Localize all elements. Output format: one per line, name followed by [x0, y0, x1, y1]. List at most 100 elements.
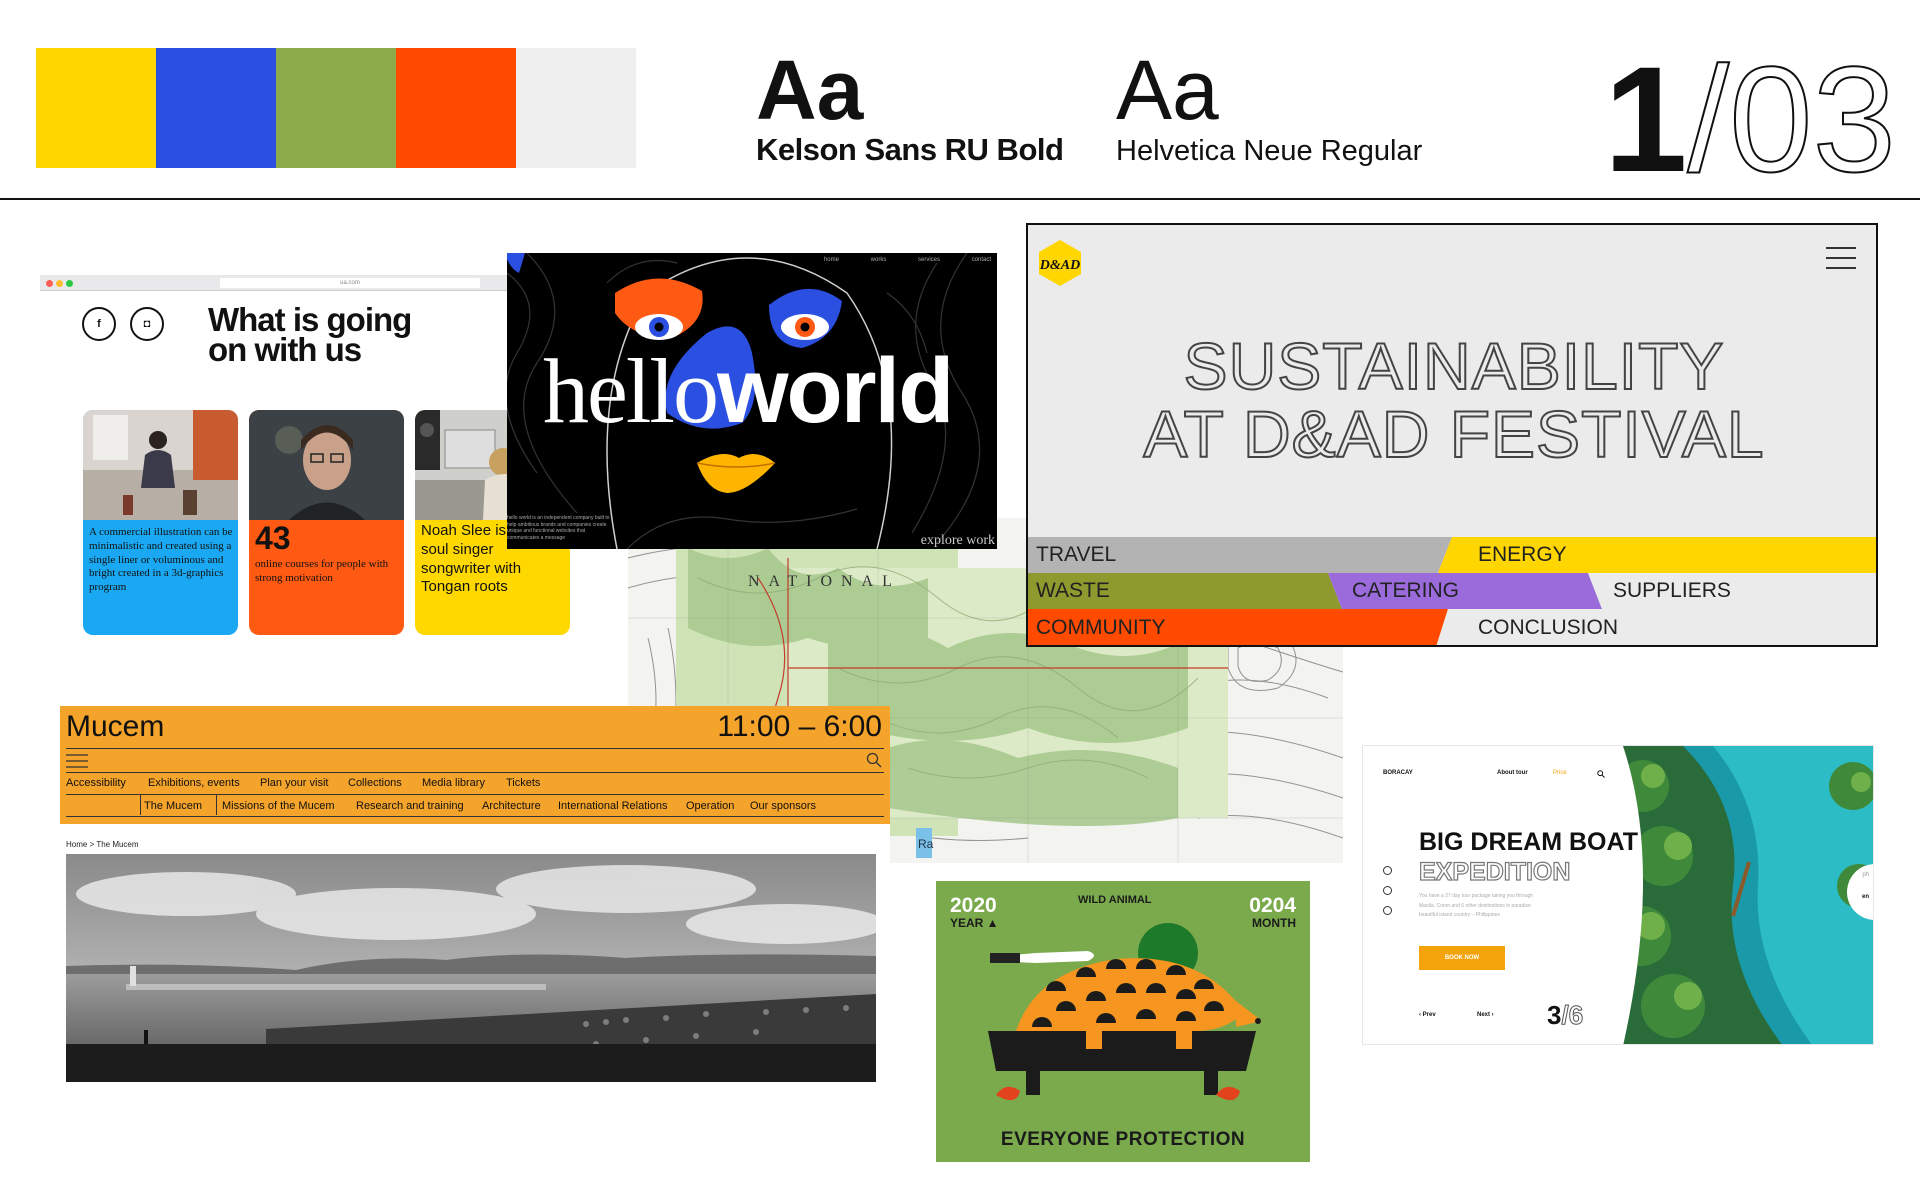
- brand-name[interactable]: BORACAY: [1383, 770, 1413, 776]
- page-number: 1/03: [1604, 43, 1897, 195]
- map-label: NATIONAL: [748, 573, 901, 590]
- nav-price[interactable]: Price: [1553, 770, 1567, 776]
- dad-pencil-logo[interactable]: D&AD: [1038, 239, 1082, 287]
- tour-description-line-2: Manila, Coron and 6 other destinations i…: [1419, 902, 1531, 909]
- topic-conclusion[interactable]: CONCLUSION: [1478, 610, 1618, 645]
- next-button[interactable]: Next ›: [1477, 1012, 1494, 1018]
- harbor-photo: [66, 854, 876, 1082]
- lagoon-aerial-photo: [1623, 746, 1873, 1044]
- divider: [216, 795, 217, 815]
- sustainability-heading-line-2: AT D&AD FESTIVAL: [1142, 397, 1765, 471]
- browser-close-dot[interactable]: [46, 280, 53, 287]
- map-side-label: Ra: [918, 837, 934, 851]
- tour-title: BIG DREAM BOAT: [1419, 828, 1638, 856]
- next-label: Next: [1477, 1012, 1491, 1018]
- hello-word: hello: [543, 340, 719, 442]
- portrait-photo: [249, 410, 404, 520]
- slide-counter: 3/6: [1547, 1000, 1584, 1031]
- month-label: MONTH: [1252, 916, 1296, 930]
- nav-tickets[interactable]: Tickets: [506, 777, 540, 789]
- tour-description-line-3: beautiful island country – Philippines: [1419, 912, 1500, 918]
- subnav-operation[interactable]: Operation: [686, 800, 734, 812]
- topic-travel[interactable]: TRAVEL: [1036, 537, 1116, 573]
- body-type-sample: Aa: [1116, 43, 1219, 137]
- twitter-icon[interactable]: [1383, 906, 1392, 915]
- divider: [66, 772, 884, 773]
- card-mucem: Mucem 11:00 – 6:00 Accessibility Exhibit…: [60, 706, 890, 1082]
- topic-waste[interactable]: WASTE: [1036, 573, 1110, 609]
- subnav-architecture[interactable]: Architecture: [482, 800, 541, 812]
- svg-text:D&AD: D&AD: [1039, 258, 1080, 273]
- subnav-international[interactable]: International Relations: [558, 800, 667, 812]
- page-number-current: 1: [1604, 35, 1688, 203]
- browser-url-bar[interactable]: ua.com: [220, 278, 480, 288]
- browser-minimize-dot[interactable]: [56, 280, 63, 287]
- header-divider: [0, 198, 1920, 200]
- ua-headline: What is going on with us: [208, 303, 412, 369]
- heading-font-name: Kelson Sans RU Bold: [756, 132, 1064, 167]
- prev-button[interactable]: ‹ Prev: [1419, 1012, 1436, 1018]
- instagram-icon[interactable]: ◘: [130, 307, 164, 341]
- card-boracay: ph en BORACAY About tour Price BIG DREAM…: [1362, 745, 1874, 1045]
- language-ph[interactable]: ph: [1862, 872, 1869, 878]
- nav-plan-visit[interactable]: Plan your visit: [260, 777, 328, 789]
- nav-exhibitions[interactable]: Exhibitions, events: [148, 777, 240, 789]
- subnav-research[interactable]: Research and training: [356, 800, 464, 812]
- hamburger-menu-icon[interactable]: [1826, 247, 1856, 277]
- ua-headline-line-2: on with us: [208, 331, 362, 369]
- breadcrumb[interactable]: Home > The Mucem: [66, 840, 139, 849]
- ua-card-illustration[interactable]: A commercial illustration can be minimal…: [83, 410, 238, 635]
- topic-catering[interactable]: CATERING: [1352, 573, 1459, 609]
- opening-hours: 11:00 – 6:00: [717, 710, 882, 743]
- mucem-logo-text[interactable]: Mucem: [66, 710, 164, 744]
- everyone-protection-caption: EVERYONE PROTECTION: [1000, 1129, 1246, 1150]
- card-dad-festival: D&AD SUSTAINABILITY AT D&AD FESTIVAL TRA…: [1026, 223, 1878, 647]
- divider: [140, 795, 141, 815]
- facebook-icon[interactable]: f: [82, 307, 116, 341]
- slide-current: 3: [1547, 1000, 1562, 1030]
- heading-type-sample: Aa: [756, 43, 864, 137]
- search-icon[interactable]: [1597, 770, 1605, 778]
- subnav-the-mucem[interactable]: The Mucem: [144, 800, 202, 812]
- hamburger-menu-icon[interactable]: [66, 754, 88, 768]
- explore-work-link[interactable]: explore work: [921, 533, 995, 549]
- mucem-header: Mucem 11:00 – 6:00 Accessibility Exhibit…: [60, 706, 890, 824]
- search-icon[interactable]: [866, 752, 882, 768]
- subnav-sponsors[interactable]: Our sponsors: [750, 800, 816, 812]
- hello-nav[interactable]: home works services contact: [824, 257, 991, 263]
- language-en[interactable]: en: [1862, 894, 1869, 900]
- topic-community[interactable]: COMMUNITY: [1036, 610, 1166, 645]
- facebook-icon[interactable]: [1383, 866, 1392, 875]
- sustainability-heading-line-1: SUSTAINABILITY: [1183, 329, 1725, 403]
- ua-card-text: online courses for people with strong mo…: [255, 558, 389, 584]
- topic-suppliers[interactable]: SUPPLIERS: [1613, 573, 1731, 609]
- hello-blurb: hello world is an independent company bu…: [507, 515, 610, 541]
- ua-card-courses[interactable]: 43 online courses for people with strong…: [249, 410, 404, 635]
- courses-count: 43: [255, 520, 291, 556]
- world-word: world: [716, 340, 954, 442]
- nav-collections[interactable]: Collections: [348, 777, 402, 789]
- browser-maximize-dot[interactable]: [66, 280, 73, 287]
- ua-card-text: A commercial illustration can be minimal…: [89, 526, 233, 593]
- browser-toolbar: ua.com: [40, 275, 585, 291]
- book-now-button[interactable]: BOOK NOW: [1419, 946, 1505, 970]
- nav-about-tour[interactable]: About tour: [1497, 770, 1528, 776]
- year-label: YEAR ▲: [950, 916, 999, 930]
- color-swatch-yellow: [36, 48, 156, 168]
- artist-studio-photo: [83, 410, 238, 520]
- subnav-missions[interactable]: Missions of the Mucem: [222, 800, 334, 812]
- color-swatch-light-gray: [516, 48, 636, 168]
- tour-description: You have a 27 day tour package taking yo…: [1419, 892, 1579, 921]
- month-value: 0204: [1249, 894, 1296, 917]
- nav-accessibility[interactable]: Accessibility: [66, 777, 126, 789]
- color-swatch-green: [276, 48, 396, 168]
- card-wild-animal: 2020 YEAR ▲ WILD ANIMAL 0204 MONTH EVERY…: [936, 881, 1310, 1162]
- moodboard: Aa Kelson Sans RU Bold Aa Helvetica Neue…: [0, 0, 1920, 1200]
- wild-animal-title: WILD ANIMAL: [1078, 894, 1152, 906]
- instagram-icon[interactable]: [1383, 886, 1392, 895]
- tour-subtitle: EXPEDITION: [1418, 857, 1571, 886]
- nav-media-library[interactable]: Media library: [422, 777, 485, 789]
- topic-energy[interactable]: ENERGY: [1478, 537, 1567, 573]
- card-what-is-going-on: ua.com f ◘ What is going on with us A co…: [40, 275, 585, 645]
- sustainability-heading: SUSTAINABILITY AT D&AD FESTIVAL: [1028, 329, 1876, 471]
